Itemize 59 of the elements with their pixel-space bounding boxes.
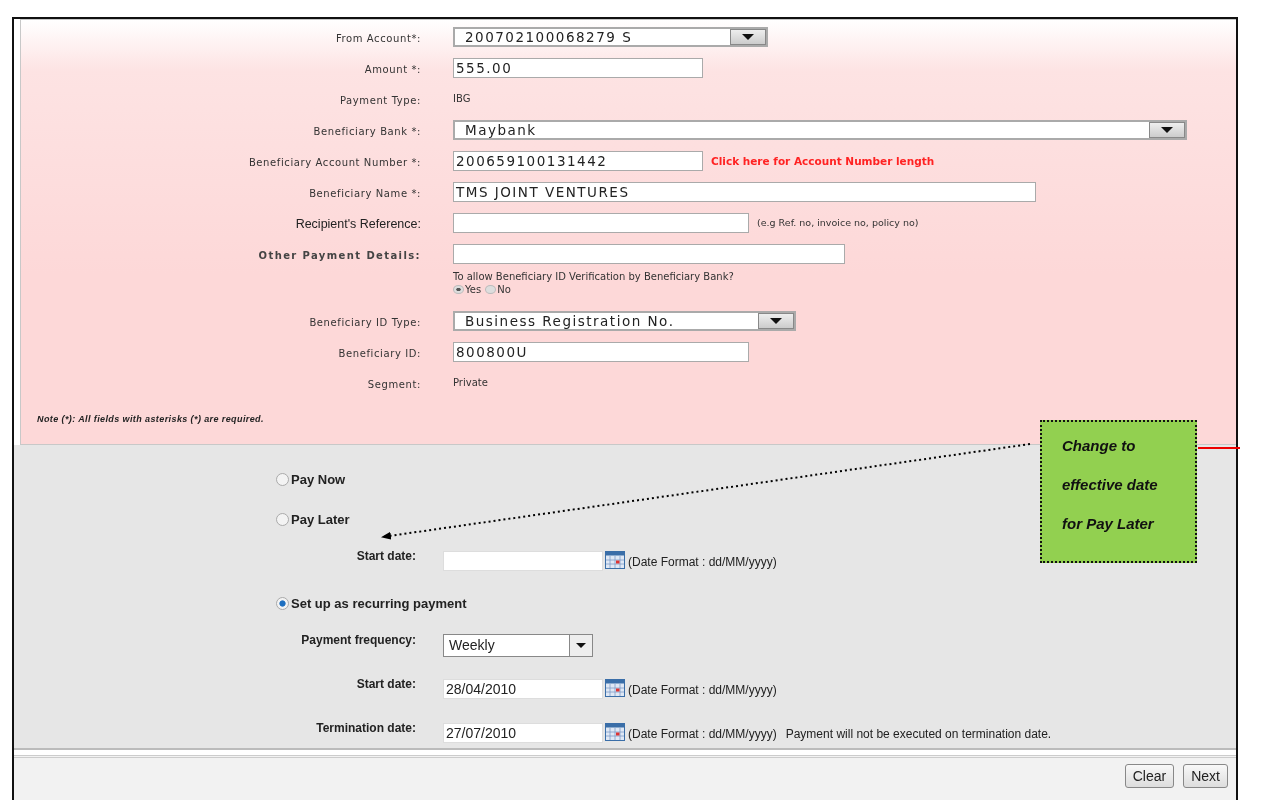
clear-button[interactable]: Clear: [1124, 764, 1175, 788]
required-note: Note (*): All fields with asterisks (*) are required.: [37, 414, 265, 424]
radio-label: Yes: [465, 284, 482, 295]
field-label: Start date:: [356, 677, 416, 691]
field-label: Other Payment Details:: [258, 249, 421, 261]
dropdown[interactable]: Weekly: [443, 633, 593, 657]
caret-icon: [741, 33, 755, 40]
field-label: Recipient's Reference:: [295, 216, 421, 231]
callout-text: for Pay Later: [1062, 514, 1154, 534]
date-field[interactable]: 28/04/2010: [443, 679, 603, 699]
caret-icon: [1160, 126, 1174, 133]
question-text: To allow Beneficiary ID Verification by Beneficiary Bank?: [453, 271, 734, 282]
dropdown[interactable]: Business Registration No.: [453, 310, 796, 331]
date-format-hint: (Date Format : dd/MM/yyyy): [628, 727, 777, 743]
field-label: Beneficiary Name *:: [309, 187, 421, 199]
input-field[interactable]: 555.00: [453, 57, 703, 78]
radio-button[interactable]: [276, 596, 289, 610]
radio-button[interactable]: [276, 512, 289, 526]
input-field[interactable]: TMS JOINT VENTURES: [453, 181, 1036, 202]
option-label: Set up as recurring payment: [291, 595, 467, 611]
callout-text: effective date: [1062, 475, 1158, 495]
field-value: IBG: [453, 93, 471, 104]
caret-icon: [769, 317, 783, 324]
caret-icon: [576, 642, 586, 648]
date-field[interactable]: 27/07/2010: [443, 723, 603, 743]
field-label: From Account*:: [335, 32, 421, 44]
field-label: Beneficiary Account Number *:: [248, 156, 421, 168]
date-format-hint: (Date Format : dd/MM/yyyy): [628, 555, 777, 571]
input-field[interactable]: 800800U: [453, 341, 749, 362]
next-button[interactable]: Next: [1183, 764, 1228, 788]
field-hint: (e.g Ref. no, invoice no, policy no): [757, 217, 919, 228]
dropdown[interactable]: 200702100068279 S: [453, 26, 768, 47]
input-field[interactable]: [453, 243, 845, 264]
radio-button[interactable]: [453, 285, 464, 294]
date-format-hint: (Date Format : dd/MM/yyyy): [628, 683, 777, 699]
callout-text: Change to: [1062, 436, 1136, 456]
field-label: Payment frequency:: [301, 633, 416, 647]
field-value: Private: [453, 377, 488, 388]
radio-button[interactable]: [485, 285, 497, 294]
calendar-icon[interactable]: [605, 679, 625, 697]
date-field[interactable]: [443, 551, 603, 571]
option-label: Pay Now: [291, 471, 346, 487]
field-label: Payment Type:: [339, 94, 421, 106]
input-field[interactable]: 200659100131442: [453, 150, 703, 171]
radio-label: No: [497, 284, 511, 295]
calendar-icon[interactable]: [605, 551, 625, 569]
termination-note: Payment will not be executed on termination date.: [785, 727, 1052, 743]
field-label: Beneficiary ID:: [338, 347, 421, 359]
field-label: Termination date:: [316, 721, 416, 735]
input-field[interactable]: [453, 212, 749, 233]
field-label: Beneficiary Bank *:: [313, 125, 421, 137]
dropdown[interactable]: Maybank: [453, 119, 1187, 140]
field-label: Amount *:: [364, 63, 421, 75]
option-label: Pay Later: [291, 511, 350, 527]
field-label: Beneficiary ID Type:: [309, 316, 421, 328]
field-label: Segment:: [367, 378, 421, 390]
field-label: Start date:: [356, 549, 416, 563]
radio-button[interactable]: [276, 472, 289, 486]
calendar-icon[interactable]: [605, 723, 625, 741]
